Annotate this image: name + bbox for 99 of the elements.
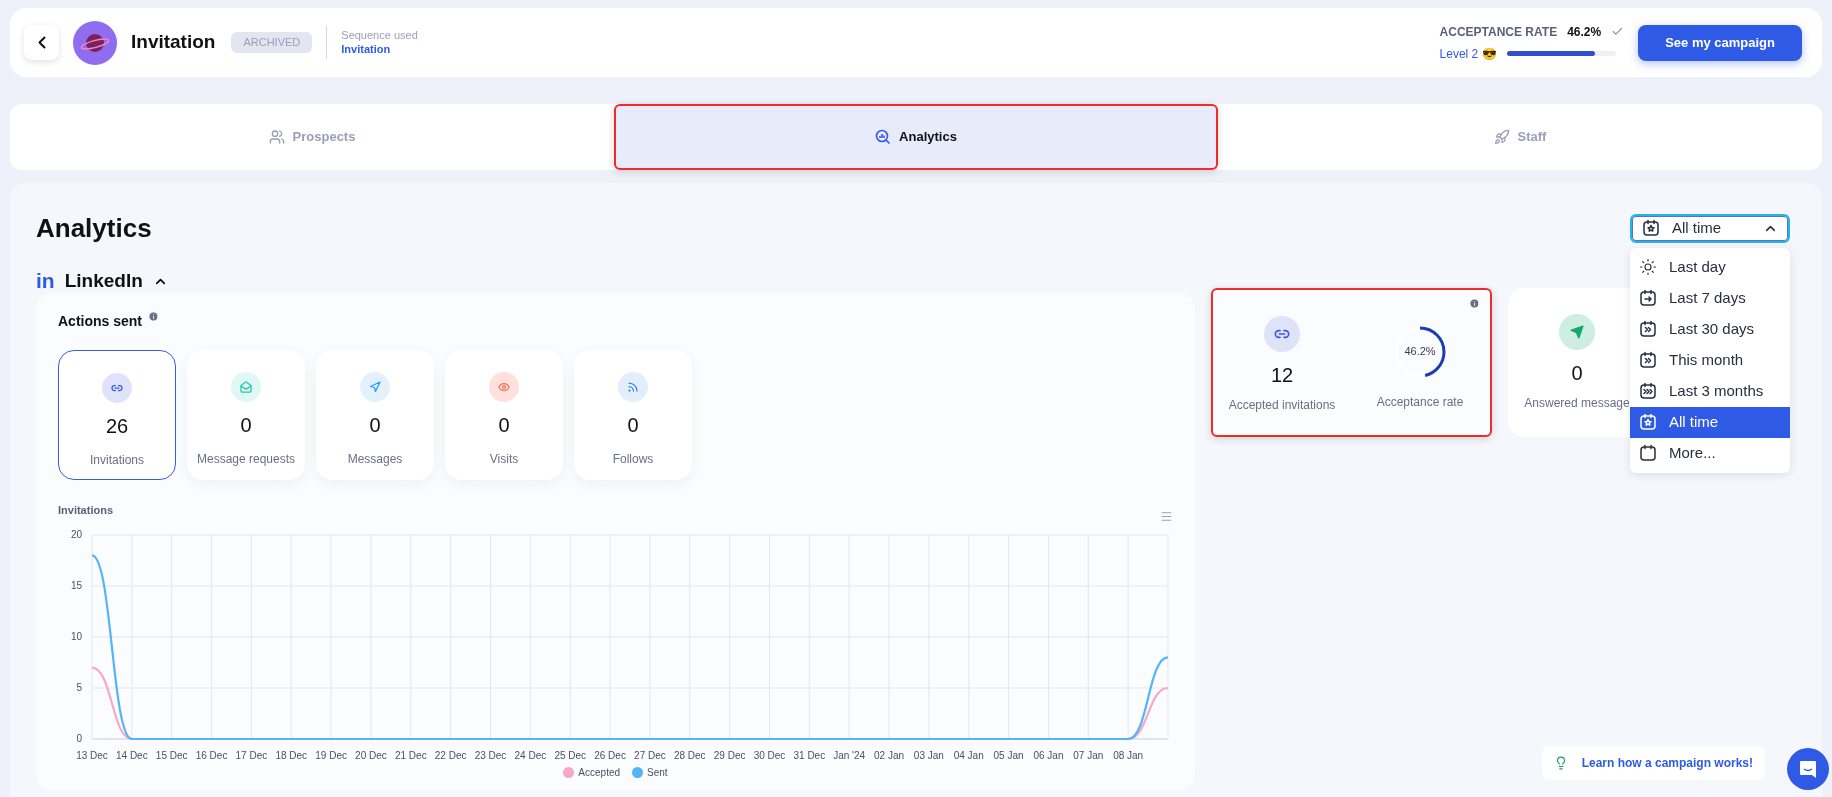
network-title: LinkedIn (64, 268, 143, 293)
send-icon (1570, 325, 1584, 339)
x-axis-label: 23 Dec (474, 750, 507, 761)
calendar-chevrons-icon (1639, 351, 1657, 369)
analytics-search-icon (875, 129, 892, 145)
calendar-icon (1639, 444, 1657, 462)
linkedin-logo: in (36, 268, 55, 295)
x-axis-label: 19 Dec (315, 750, 347, 761)
x-axis-label: Jan '24 (833, 750, 866, 761)
page-title: Analytics (36, 211, 152, 245)
period-select[interactable]: All time (1630, 213, 1790, 243)
x-axis-label: 03 Jan (913, 750, 944, 761)
x-axis-label: 24 Dec (514, 750, 547, 761)
stat-label: Invitations (90, 452, 144, 469)
stat-value: 0 (498, 413, 510, 438)
tab[interactable]: Analytics (614, 104, 1218, 170)
stat-label: Messages (347, 451, 403, 468)
x-axis-label: 30 Dec (753, 750, 786, 761)
x-axis-label: 29 Dec (713, 750, 746, 761)
x-axis-label: 25 Dec (554, 750, 587, 761)
stat-label: Visits (489, 451, 519, 468)
y-axis-label: 5 (76, 682, 82, 693)
stat-label: Acceptance rate (1376, 394, 1464, 411)
rocket-icon (1493, 129, 1510, 145)
x-axis-label: 21 Dec (394, 750, 427, 761)
period-option[interactable]: More... (1630, 437, 1790, 469)
x-axis-label: 16 Dec (195, 750, 228, 761)
status-badge: ARCHIVED (231, 32, 313, 53)
period-option[interactable]: Last day (1630, 251, 1790, 283)
action-stat-card[interactable]: 0 Visits (445, 350, 563, 480)
x-axis-label: 26 Dec (594, 750, 626, 761)
stat-value: 0 (1571, 361, 1583, 386)
stat-label: Accepted invitations (1228, 397, 1336, 414)
users-icon (268, 129, 285, 145)
action-stat-card[interactable]: 26 Invitations (58, 350, 176, 480)
sun-icon (1639, 258, 1657, 276)
level-label: Level 2 😎 (1439, 45, 1497, 63)
acceptance-rate-value: 46.2% (1567, 23, 1602, 41)
x-axis-label: 13 Dec (76, 750, 108, 761)
x-axis-label: 06 Jan (1033, 750, 1064, 761)
x-axis-label: 02 Jan (874, 750, 905, 761)
back-button[interactable] (24, 25, 59, 60)
x-axis-label: 28 Dec (673, 750, 706, 761)
section-title: Actions sent (58, 312, 142, 331)
x-axis-label: 15 Dec (155, 750, 188, 761)
x-axis-label: 14 Dec (116, 750, 148, 761)
send-arrow-icon (369, 381, 381, 393)
acceptance-rate-label: ACCEPTANCE RATE (1439, 23, 1558, 41)
x-axis-label: 05 Jan (993, 750, 1024, 761)
eye-icon (498, 381, 510, 393)
sequence-link[interactable]: Invitation (341, 42, 418, 57)
period-option[interactable]: All time (1630, 406, 1790, 438)
action-stat-card[interactable]: 0 Follows (574, 350, 692, 480)
stat-value: 0 (369, 413, 381, 438)
back-icon (37, 36, 46, 49)
campaign-title: Invitation (131, 30, 216, 55)
envelope-icon (240, 381, 252, 393)
help-link[interactable]: Learn how a campaign works! (1541, 746, 1765, 780)
info-icon (148, 311, 159, 322)
chart-title: Invitations (58, 503, 113, 518)
stat-value: 0 (627, 413, 639, 438)
x-axis-label: 22 Dec (434, 750, 467, 761)
stat-value: 0 (240, 413, 252, 438)
y-axis-label: 10 (70, 631, 82, 642)
y-axis-label: 20 (70, 529, 82, 540)
period-option[interactable]: Last 7 days (1630, 282, 1790, 314)
see-campaign-button[interactable]: See my campaign (1638, 24, 1802, 61)
legend-label: Accepted (578, 766, 621, 780)
x-axis-label: 18 Dec (275, 750, 308, 761)
period-option[interactable]: This month (1630, 344, 1790, 376)
x-axis-label: 31 Dec (793, 750, 826, 761)
y-axis-label: 0 (76, 733, 82, 744)
stat-value: 12 (1270, 363, 1294, 388)
y-axis-label: 15 (70, 580, 82, 591)
info-icon (1469, 298, 1480, 309)
x-axis-label: 27 Dec (634, 750, 666, 761)
x-axis-label: 08 Jan (1113, 750, 1144, 761)
action-stat-card[interactable]: 0 Messages (316, 350, 434, 480)
calendar-chevrons-icon (1639, 320, 1657, 338)
stat-label: Message requests (196, 451, 296, 468)
action-stat-card[interactable]: 0 Message requests (187, 350, 305, 480)
rss-icon (627, 381, 639, 393)
x-axis-label: 07 Jan (1073, 750, 1104, 761)
x-axis-label: 20 Dec (355, 750, 387, 761)
chat-icon (1798, 759, 1818, 779)
stat-label: Follows (612, 451, 654, 468)
sequence-label: Sequence used (341, 28, 418, 43)
period-option[interactable]: Last 3 months (1630, 375, 1790, 407)
calendar-triple-chevrons-icon (1639, 382, 1657, 400)
period-option[interactable]: Last 30 days (1630, 313, 1790, 345)
ring-value: 46.2% (1404, 344, 1436, 360)
check-icon (1611, 25, 1625, 38)
x-axis-label: 04 Jan (953, 750, 984, 761)
stat-label: Answered message (1524, 395, 1630, 412)
link-icon (111, 382, 123, 394)
x-axis-label: 17 Dec (235, 750, 268, 761)
stat-value: 26 (105, 414, 129, 439)
legend-label: Sent (647, 766, 668, 780)
planet-avatar-icon (73, 20, 117, 65)
